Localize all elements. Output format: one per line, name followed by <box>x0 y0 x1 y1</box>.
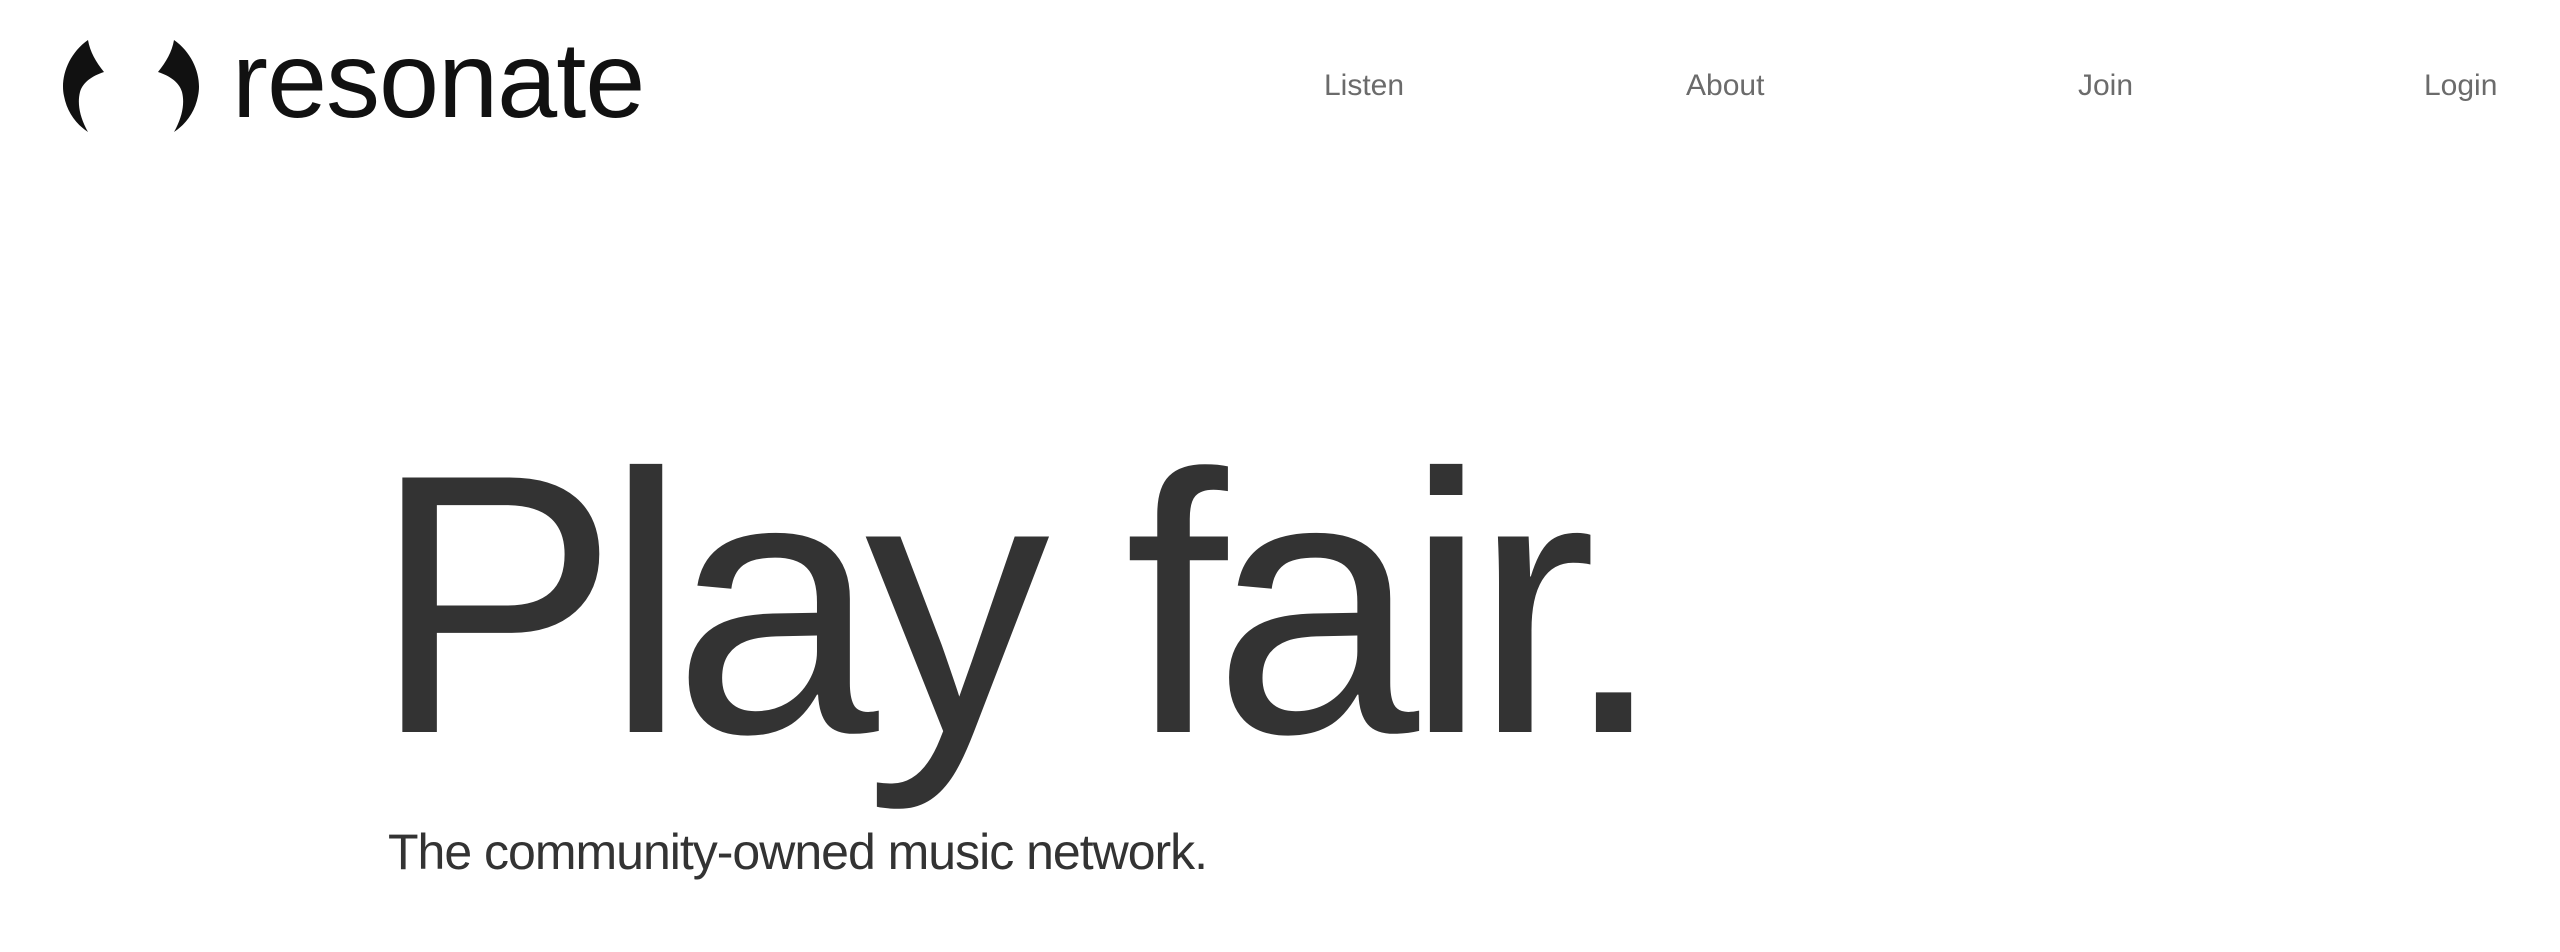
nav-link-listen[interactable]: Listen <box>1324 66 1404 106</box>
nav-link-join[interactable]: Join <box>2078 66 2133 106</box>
nav-link-login[interactable]: Login <box>2424 66 2497 106</box>
home-logo-link[interactable]: resonate <box>62 26 645 136</box>
hero-subtitle: The community-owned music network. <box>388 824 1208 880</box>
site-header: resonate Listen About Join Login <box>0 0 2560 172</box>
nav-link-about[interactable]: About <box>1686 66 1764 106</box>
hero-title: Play fair. <box>372 398 1665 811</box>
resonate-brackets-logo-icon <box>63 40 199 132</box>
logo-wordmark: resonate <box>232 19 645 140</box>
